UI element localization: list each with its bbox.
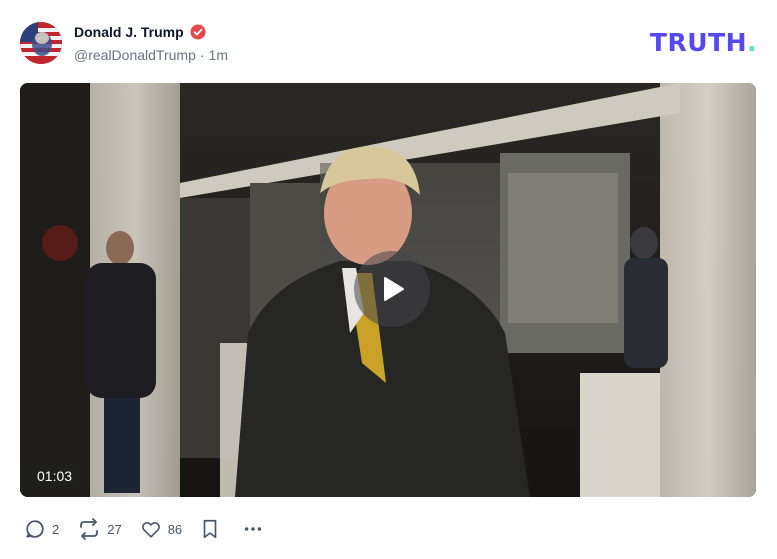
play-button[interactable] [354,251,430,327]
more-icon [245,527,262,531]
video-player[interactable]: 01:03 [20,83,756,497]
like-count: 86 [167,521,183,537]
author-name[interactable]: Donald J. Trump [74,24,184,40]
reply-button[interactable]: 2 [24,518,59,540]
bookmark-icon [203,519,217,539]
post-actions: 2 27 86 [24,518,282,540]
bookmark-button[interactable] [200,518,220,540]
reply-count: 2 [52,521,60,537]
verified-badge-icon [190,24,206,40]
retruth-button[interactable]: 27 [77,518,122,540]
post-header: Donald J. Trump @realDonaldTrump · 1m TR… [20,22,757,66]
reply-icon [26,520,44,538]
avatar[interactable] [20,22,62,64]
retruth-icon [80,518,99,540]
logo-dot: . [747,28,757,57]
like-button[interactable]: 86 [140,518,182,540]
retruth-count: 27 [107,521,122,537]
meta-separator: · [199,47,205,63]
author-handle[interactable]: @realDonaldTrump [74,47,196,63]
logo-text: TRUTH [649,28,747,57]
video-duration: 01:03 [28,463,82,489]
play-icon [384,277,404,301]
post-timestamp[interactable]: 1m [209,47,228,63]
heart-icon [141,521,160,538]
truth-logo[interactable]: TRUTH. [650,28,757,57]
more-options-button[interactable] [242,518,264,540]
